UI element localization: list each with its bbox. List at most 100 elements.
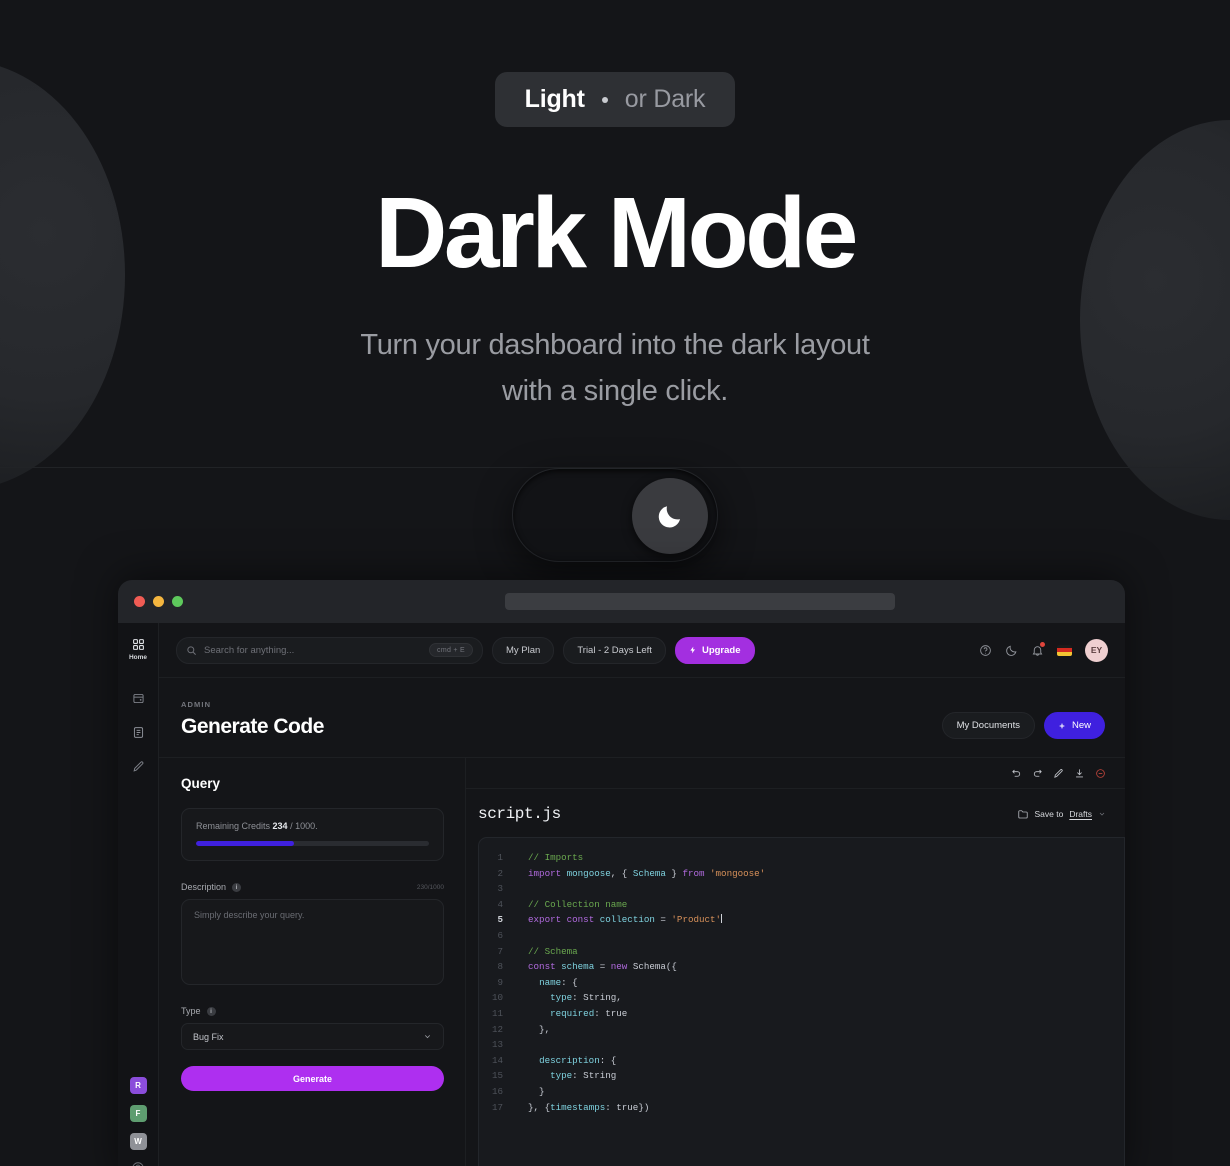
moon-icon [1006, 645, 1017, 656]
sidebar-item-edit[interactable] [123, 760, 153, 773]
trial-status-chip[interactable]: Trial - 2 Days Left [563, 636, 666, 664]
help-icon [980, 644, 991, 656]
info-icon[interactable]: i [232, 882, 242, 892]
code-line-text: // Schema [528, 945, 578, 957]
search-icon [187, 645, 196, 655]
code-line-number: 11 [491, 1007, 503, 1019]
content-body: Query Remaining Credits 234 / 1000. Desc… [159, 758, 1125, 1166]
type-label-row: Type i [181, 1006, 444, 1016]
save-to-drafts-button[interactable]: Save to Drafts [1017, 808, 1107, 820]
code-line-text: description: { [539, 1054, 617, 1066]
info-icon[interactable]: i [206, 1006, 216, 1016]
code-line: 10 type: String, [479, 990, 1124, 1006]
browser-window: Home R F W Search for anything... cmd + … [118, 580, 1125, 1166]
code-line-number: 3 [497, 883, 503, 895]
code-line: 15 type: String [479, 1068, 1124, 1084]
code-line-number: 5 [497, 914, 503, 926]
my-documents-button[interactable]: My Documents [941, 712, 1035, 739]
sidebar-item-home[interactable]: Home [123, 638, 153, 661]
chevron-down-icon [1099, 812, 1105, 816]
undo-icon [1012, 769, 1021, 777]
delete-button[interactable] [1095, 768, 1106, 779]
type-select-value: Bug Fix [193, 1031, 224, 1042]
section-title: Generate Code [181, 715, 324, 738]
workspace-badge-r-label: R [135, 1081, 141, 1090]
description-label: Description [181, 882, 227, 892]
window-minimize-button[interactable] [153, 596, 164, 607]
workspace-badge-w[interactable]: W [129, 1133, 147, 1150]
upgrade-button[interactable]: Upgrade [674, 636, 755, 664]
redo-button[interactable] [1032, 768, 1043, 779]
page-header: ADMIN Generate Code My Documents New [159, 678, 1125, 758]
search-shortcut-badge: cmd + E [429, 643, 473, 657]
code-line-number: 8 [497, 961, 503, 973]
workspace-badge-r[interactable]: R [129, 1077, 147, 1094]
workspace-badge-f[interactable]: F [129, 1105, 147, 1122]
search-input[interactable]: Search for anything... [204, 645, 422, 656]
new-button[interactable]: New [1043, 712, 1105, 739]
window-maximize-button[interactable] [172, 596, 183, 607]
code-line: 9 name: { [479, 975, 1124, 991]
avatar[interactable]: EY [1085, 638, 1108, 662]
edit-button[interactable] [1053, 768, 1064, 779]
download-button[interactable] [1074, 768, 1085, 779]
description-counter: 230/1000 [416, 883, 444, 891]
code-line-text: type: String, [550, 992, 622, 1004]
save-prefix-label: Save to [1034, 809, 1064, 819]
filename-label: script.js [478, 805, 561, 823]
query-panel-title: Query [181, 776, 221, 791]
code-content[interactable]: 1 // Imports 2 import mongoose, { Schema … [478, 837, 1125, 1166]
theme-toggle-container [0, 467, 1230, 562]
main-area: Search for anything... cmd + E My Plan T… [159, 623, 1125, 1166]
calendar-icon [132, 693, 144, 704]
code-line: 2 import mongoose, { Schema } from 'mong… [479, 866, 1124, 882]
sidebar-item-calendar[interactable] [123, 692, 153, 705]
workspace-badge-f-label: F [135, 1109, 141, 1118]
code-line: 1 // Imports [479, 850, 1124, 866]
notification-badge [1040, 641, 1045, 647]
hero-section: Light or Dark Dark Mode Turn your dashbo… [0, 0, 1230, 562]
code-line: 3 [479, 881, 1124, 897]
text-cursor [721, 914, 723, 924]
code-line: 14 description: { [479, 1053, 1124, 1069]
sidebar-rail: Home R F W [118, 623, 159, 1166]
description-input[interactable]: Simply describe your query. [181, 899, 444, 985]
type-select[interactable]: Bug Fix [181, 1023, 444, 1050]
toggle-knob[interactable] [632, 477, 708, 554]
flag-de-icon[interactable] [1057, 644, 1072, 656]
credits-progress-fill [196, 841, 294, 846]
theme-switch-button[interactable] [1005, 644, 1018, 657]
code-line-number: 13 [491, 1039, 503, 1051]
credits-progress-bar [196, 841, 429, 846]
description-label-row: Description i 230/1000 [181, 882, 444, 892]
pill-dark-label: or Dark [624, 85, 706, 113]
moon-icon [658, 505, 680, 528]
pill-light-label: Light [524, 85, 585, 113]
generate-button[interactable]: Generate [181, 1066, 444, 1091]
app-shell: Home R F W Search for anything... cmd + … [118, 623, 1125, 1166]
code-line-text: required: true [550, 1007, 628, 1019]
document-icon [133, 727, 143, 738]
undo-button[interactable] [1011, 768, 1022, 779]
credits-text: Remaining Credits 234 / 1000. [196, 821, 429, 831]
dark-mode-toggle[interactable] [512, 467, 718, 562]
my-plan-button[interactable]: My Plan [492, 636, 555, 664]
sidebar-item-documents[interactable] [123, 726, 153, 739]
code-line: 8 const schema = new Schema({ [479, 959, 1124, 975]
browser-address-bar[interactable] [505, 593, 895, 610]
window-close-button[interactable] [134, 596, 145, 607]
code-line-number: 17 [491, 1101, 503, 1113]
search-bar[interactable]: Search for anything... cmd + E [176, 636, 483, 664]
topbar-icons: EY [979, 638, 1108, 662]
download-icon [1076, 769, 1083, 778]
code-line-text: export const collection = 'Product' [528, 914, 723, 926]
code-line-text: type: String [550, 1070, 617, 1082]
code-line: 17 }, {timestamps: true}) [479, 1100, 1124, 1116]
user-circle-icon[interactable] [131, 1161, 145, 1166]
redo-icon [1033, 769, 1042, 777]
type-label: Type [181, 1006, 201, 1016]
notifications-button[interactable] [1031, 641, 1045, 657]
sidebar-bottom-group: R F W [118, 1077, 158, 1166]
help-button[interactable] [979, 644, 992, 657]
new-button-label: New [1071, 720, 1091, 731]
